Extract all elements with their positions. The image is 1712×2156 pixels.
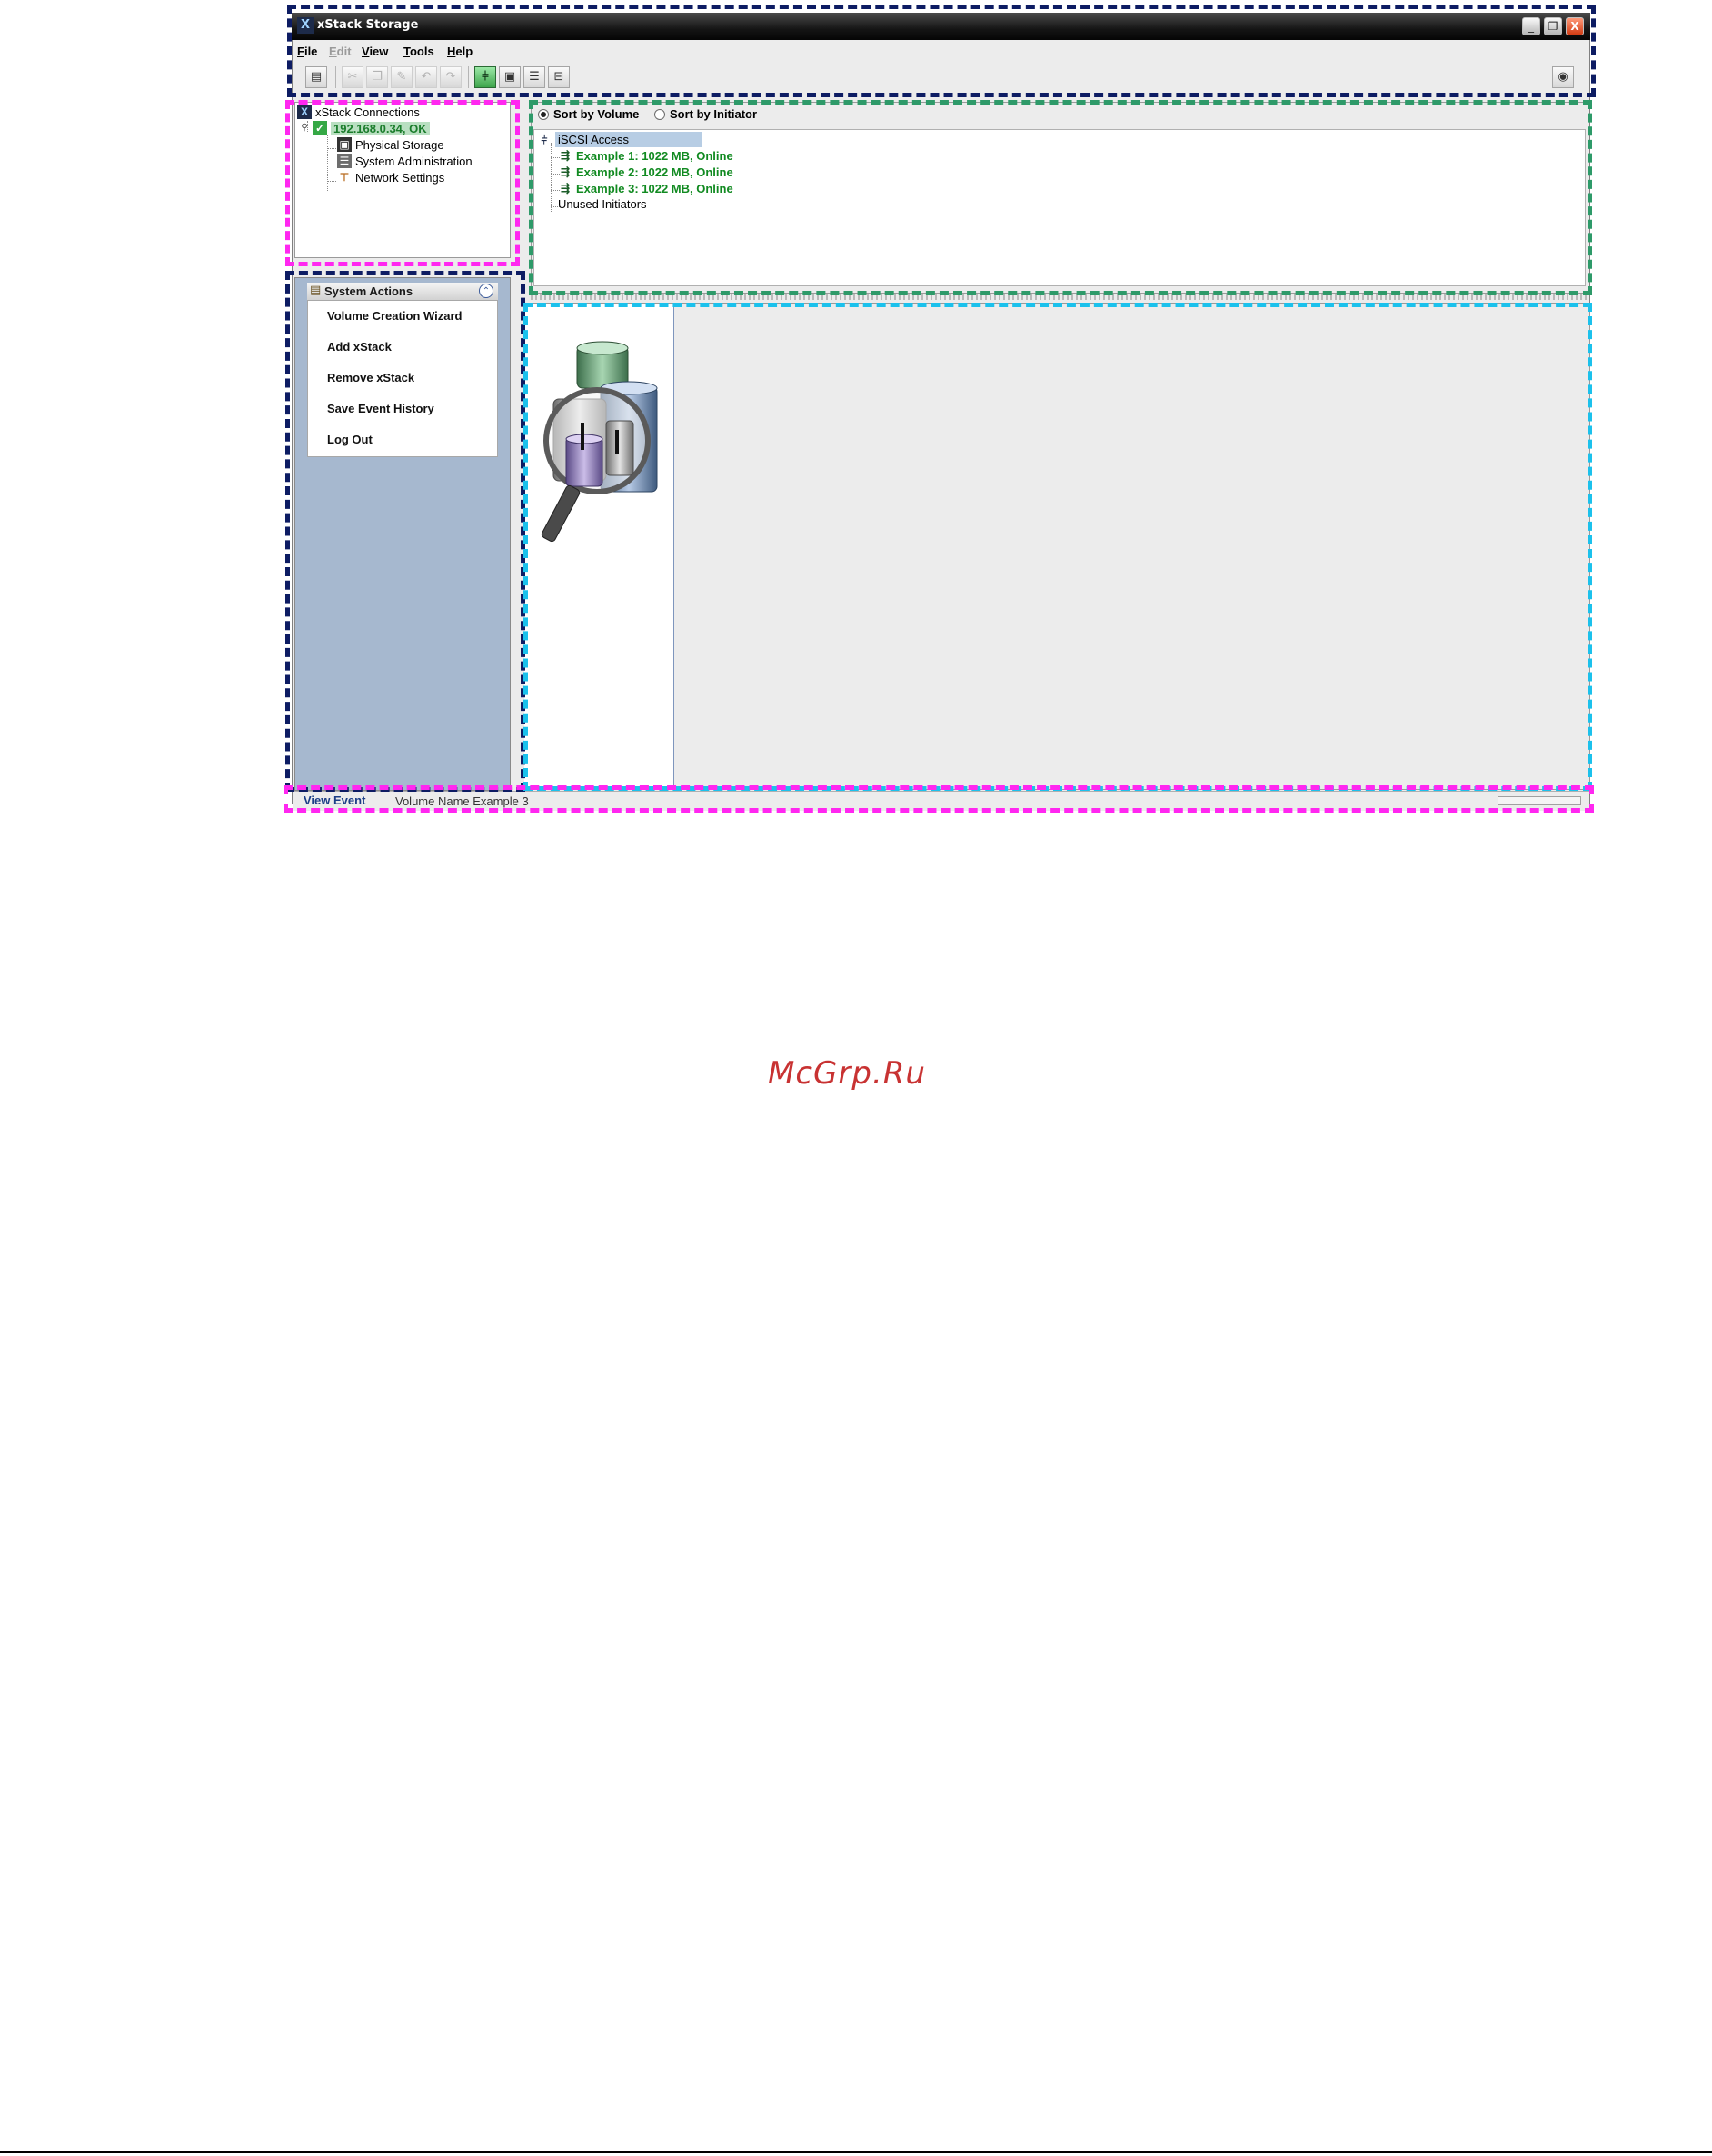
watermark: McGrp.Ru xyxy=(768,1055,926,1092)
minimize-button[interactable]: _ xyxy=(1522,17,1540,35)
sort-by-initiator-label: Sort by Initiator xyxy=(670,107,758,121)
window-title: xStack Storage xyxy=(317,18,419,32)
sort-by-initiator-radio[interactable]: Sort by Initiator xyxy=(654,107,757,121)
tree-root-connections[interactable]: X xStack Connections xyxy=(297,105,420,119)
connections-tree: X xStack Connections ⚲ ✓ 192.168.0.34, O… xyxy=(294,102,511,258)
iscsi-access-icon: ⫩ xyxy=(541,133,548,146)
volume-icon: ⇶ xyxy=(560,149,571,162)
iscsi-tree: ⫩ iSCSI Access ⇶ Example 1: 1022 MB, Onl… xyxy=(533,129,1586,286)
volume-label: Example 1: 1022 MB, Online xyxy=(576,148,733,163)
xstack-connections-icon: X xyxy=(297,105,312,119)
volume-icon: ⇶ xyxy=(560,165,571,178)
tree-node-host[interactable]: ⚲ ✓ 192.168.0.34, OK xyxy=(300,121,430,135)
menu-view[interactable]: View xyxy=(362,45,388,58)
volume-label: Example 2: 1022 MB, Online xyxy=(576,165,733,179)
storage-search-illustration-icon xyxy=(541,341,658,543)
about-icon[interactable]: ◉ xyxy=(1552,66,1574,88)
menu-file[interactable]: File xyxy=(297,45,317,58)
detail-image-area xyxy=(524,304,674,788)
properties-icon[interactable]: ▤ xyxy=(305,66,327,88)
unused-initiators-item[interactable]: Unused Initiators xyxy=(558,197,647,211)
tree-expander-icon[interactable]: ⚲ xyxy=(300,121,309,135)
action-save-event-history[interactable]: Save Event History xyxy=(327,402,434,415)
sort-by-volume-label: Sort by Volume xyxy=(553,107,640,121)
network-settings-icon: ⊤ xyxy=(339,171,350,184)
collapse-icon[interactable]: ⌃ xyxy=(479,284,493,298)
copy-icon[interactable]: ❐ xyxy=(366,66,388,88)
page-bottom-rule xyxy=(0,2151,1712,2153)
physical-storage-icon: ▣ xyxy=(337,137,352,152)
close-button[interactable]: X xyxy=(1566,17,1584,35)
physical-storage-icon[interactable]: ▣ xyxy=(499,66,521,88)
tree-connector xyxy=(327,148,336,149)
action-add-xstack[interactable]: Add xStack xyxy=(327,340,392,354)
tree-item-label: System Administration xyxy=(355,154,473,168)
radio-selected-icon[interactable] xyxy=(538,108,549,120)
view-event-tab[interactable]: View Event xyxy=(304,794,365,807)
volume-label: Example 3: 1022 MB, Online xyxy=(576,181,733,195)
radio-unselected-icon[interactable] xyxy=(654,108,665,120)
detail-panel xyxy=(523,303,1590,790)
redo-icon[interactable]: ↷ xyxy=(440,66,462,88)
iscsi-access-icon[interactable]: ⫩ xyxy=(474,66,496,88)
menu-help[interactable]: Help xyxy=(447,45,473,58)
tree-item-label: Physical Storage xyxy=(355,137,444,152)
volume-item[interactable]: ⇶ Example 2: 1022 MB, Online xyxy=(558,165,733,179)
tree-connector xyxy=(551,143,552,212)
menu-edit[interactable]: Edit xyxy=(329,45,352,58)
status-progress-bar xyxy=(1498,796,1581,805)
system-admin-icon: ☰ xyxy=(337,154,352,168)
iscsi-root-label: iSCSI Access xyxy=(555,132,702,147)
action-remove-xstack[interactable]: Remove xStack xyxy=(327,371,414,384)
menu-bar xyxy=(293,42,1589,62)
status-message: Volume Name Example 3 xyxy=(395,794,529,808)
toolbar-separator xyxy=(335,66,336,88)
menu-tools[interactable]: Tools xyxy=(403,45,434,58)
sort-by-volume-radio[interactable]: Sort by Volume xyxy=(538,107,639,121)
volume-icon: ⇶ xyxy=(560,182,571,195)
title-bar[interactable] xyxy=(292,13,1590,40)
check-ok-icon: ✓ xyxy=(313,121,327,135)
maximize-button[interactable]: ❐ xyxy=(1544,17,1562,35)
cut-icon[interactable]: ✂ xyxy=(342,66,363,88)
tree-connector xyxy=(327,181,336,182)
iscsi-root[interactable]: ⫩ iSCSI Access xyxy=(537,132,702,147)
unused-initiators-label: Unused Initiators xyxy=(558,197,647,211)
app-logo-icon: X xyxy=(297,17,314,34)
tree-item-network-settings[interactable]: ⊤ Network Settings xyxy=(337,170,445,185)
network-settings-icon[interactable]: ⊟ xyxy=(548,66,570,88)
action-volume-creation-wizard[interactable]: Volume Creation Wizard xyxy=(327,309,462,323)
system-actions-icon: ▤ xyxy=(310,284,322,297)
host-status-label: 192.168.0.34, OK xyxy=(331,121,430,135)
tree-connector xyxy=(327,135,328,191)
split-pane-divider[interactable] xyxy=(531,294,1588,300)
tree-item-label: Network Settings xyxy=(355,170,445,185)
system-actions-title: System Actions xyxy=(324,284,413,298)
volume-item[interactable]: ⇶ Example 3: 1022 MB, Online xyxy=(558,181,733,195)
edit-icon[interactable]: ✎ xyxy=(391,66,413,88)
undo-icon[interactable]: ↶ xyxy=(415,66,437,88)
tree-root-label: xStack Connections xyxy=(315,105,420,119)
toolbar-separator xyxy=(468,66,469,88)
tree-item-physical-storage[interactable]: ▣ Physical Storage xyxy=(337,137,444,152)
action-log-out[interactable]: Log Out xyxy=(327,433,373,446)
tree-item-system-administration[interactable]: ☰ System Administration xyxy=(337,154,473,168)
system-admin-icon[interactable]: ☰ xyxy=(523,66,545,88)
volume-item[interactable]: ⇶ Example 1: 1022 MB, Online xyxy=(558,148,733,163)
